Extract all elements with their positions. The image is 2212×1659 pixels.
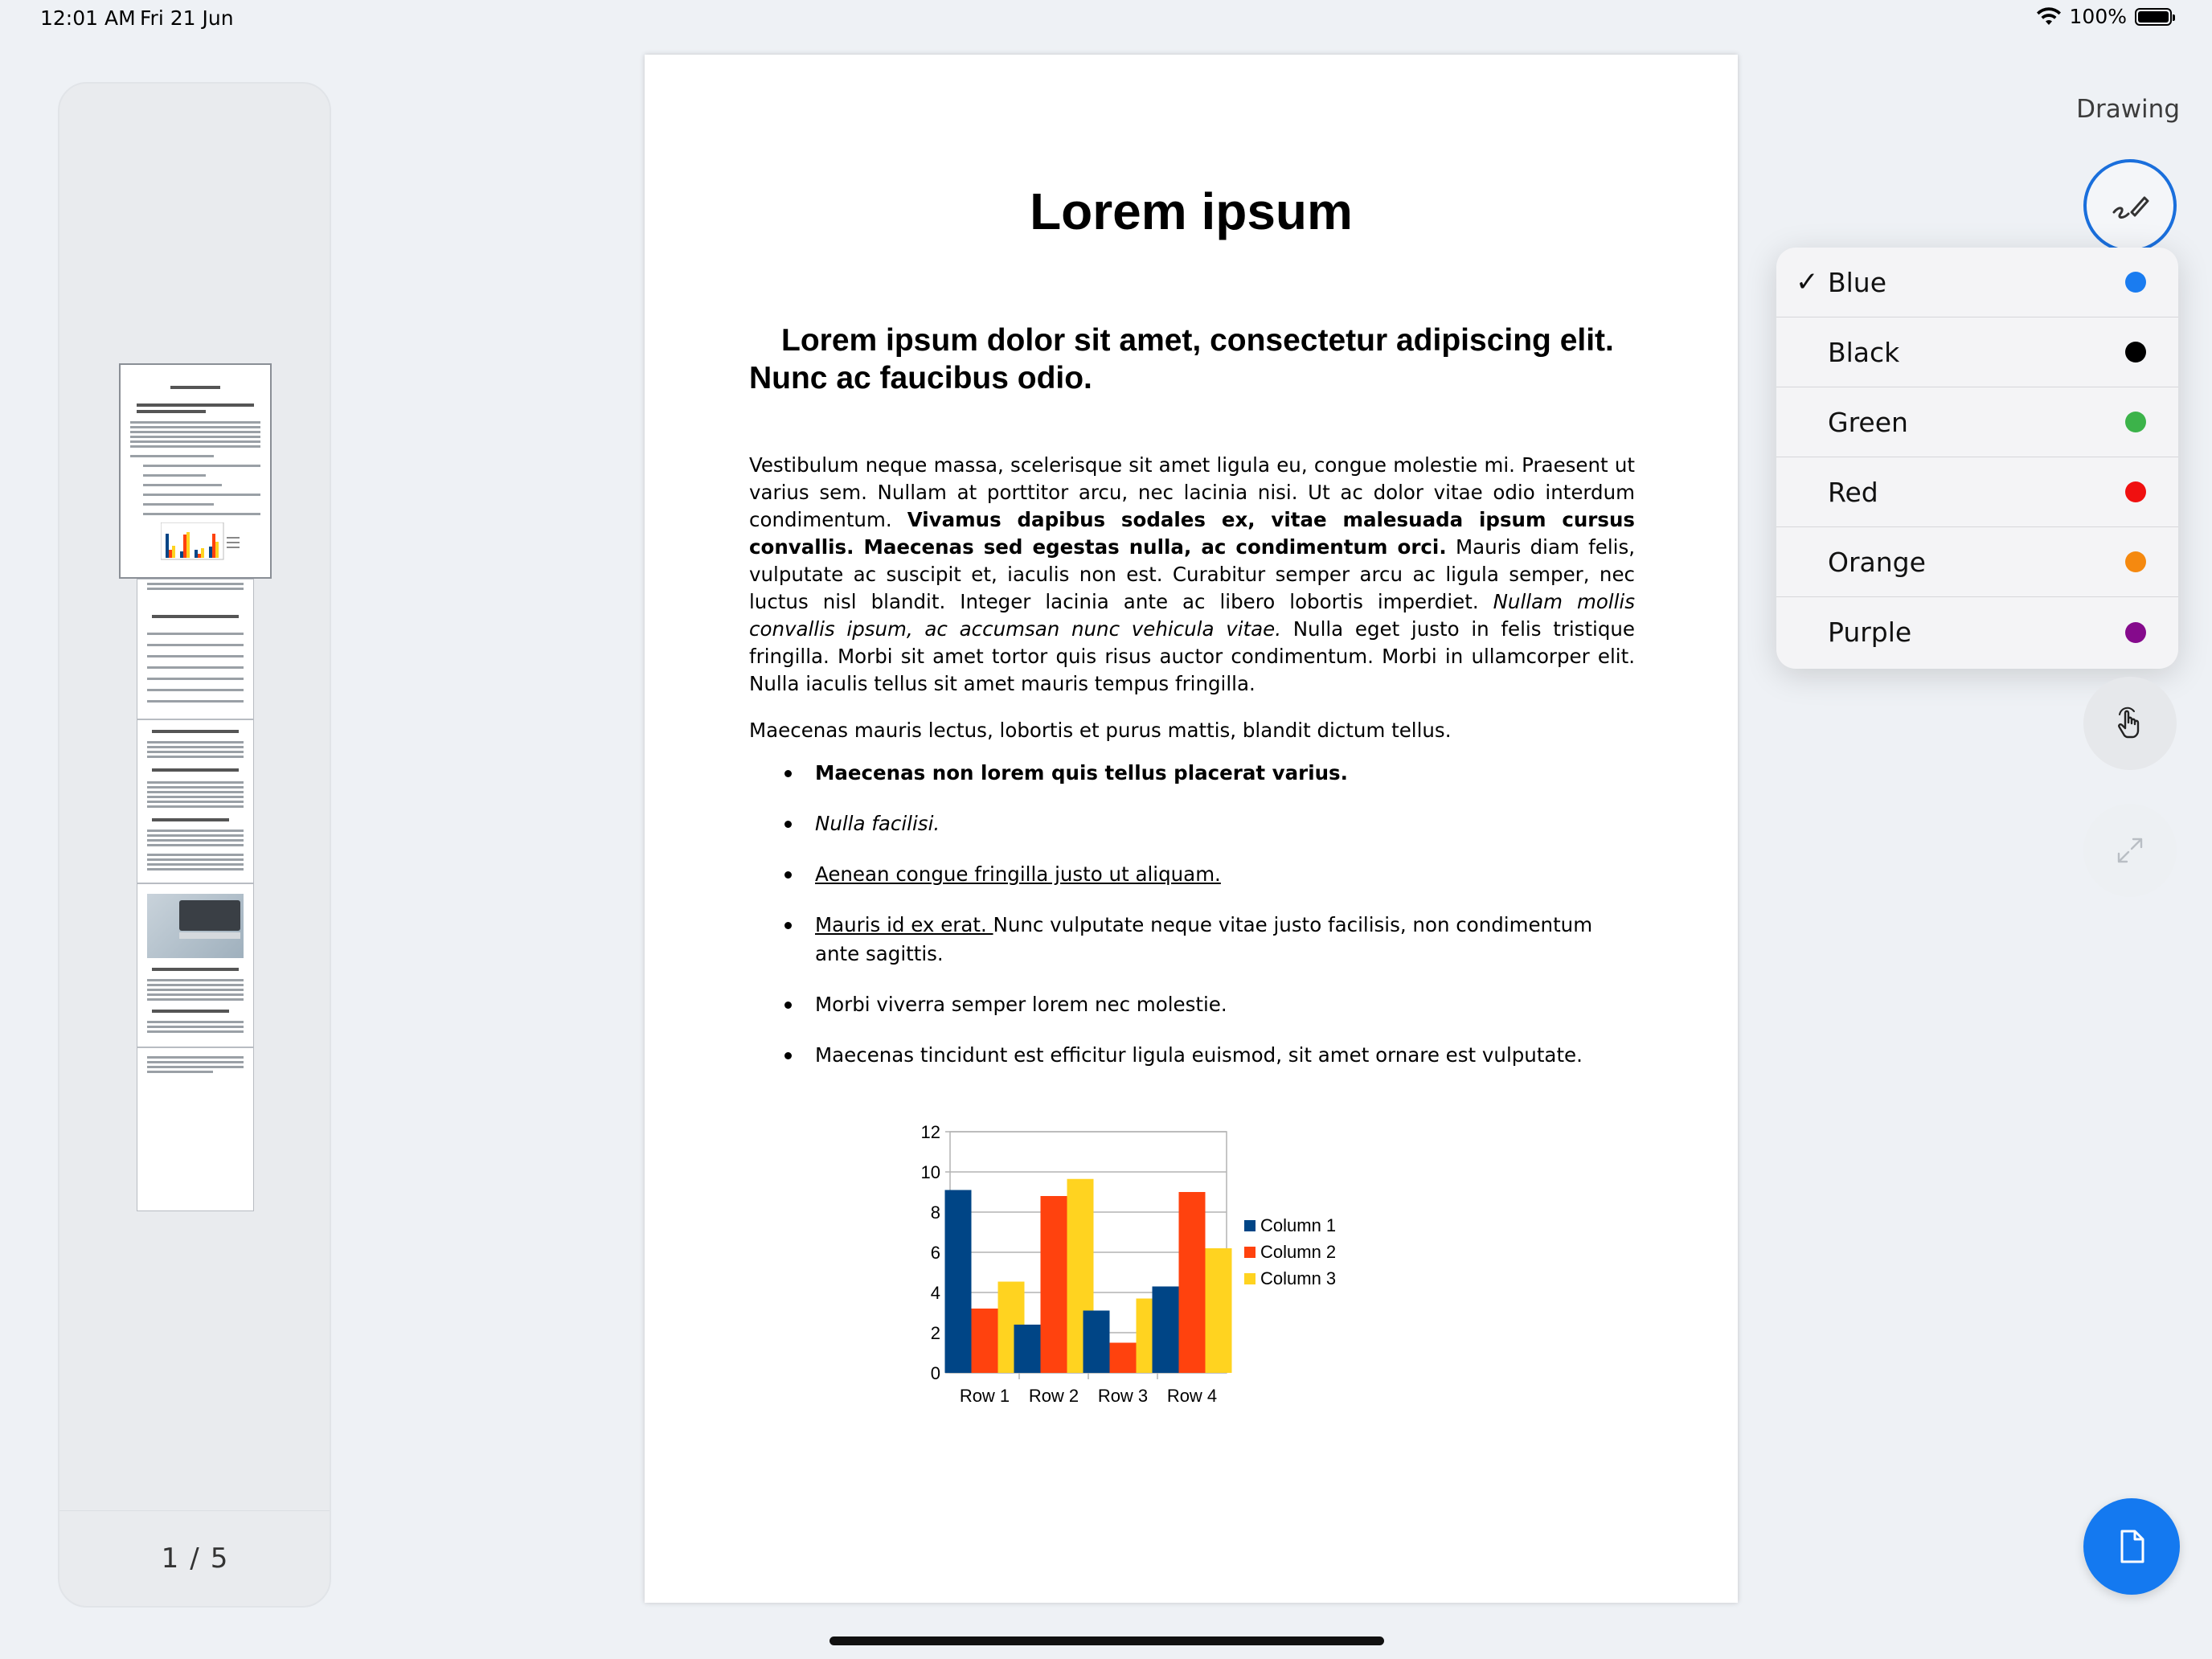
pen-icon (2112, 196, 2149, 219)
current-page-number: 1 (161, 1542, 179, 1575)
expand-icon (2117, 838, 2143, 863)
chart-y-tick-label: 8 (931, 1202, 940, 1223)
battery-icon (2135, 7, 2175, 26)
thumbnail-page-5[interactable] (137, 1047, 254, 1211)
list-item: Mauris id ex erat. Nunc vulputate neque … (749, 911, 1635, 969)
page-separator: / (190, 1542, 199, 1575)
chart-x-tick-label: Row 3 (1098, 1386, 1148, 1406)
color-label: Red (1828, 476, 1878, 508)
body-paragraph-2: Maecenas mauris lectus, lobortis et puru… (749, 719, 1452, 742)
thumbnail-page-1[interactable] (119, 363, 272, 579)
color-swatch (2125, 412, 2146, 432)
chart-y-tick-label: 2 (931, 1323, 940, 1343)
color-option-red[interactable]: Red (1776, 457, 2178, 527)
list-item: Maecenas non lorem quis tellus placerat … (749, 759, 1635, 788)
expand-button[interactable] (2083, 804, 2177, 897)
document-title: Lorem ipsum (1030, 182, 1353, 240)
color-swatch (2125, 551, 2146, 572)
document-action-button[interactable] (2083, 1498, 2180, 1595)
color-swatch (2125, 342, 2146, 363)
thumbnail-image (147, 894, 244, 958)
list-item-6-text: Maecenas tincidunt est efficitur ligula … (815, 1043, 1583, 1067)
color-label: Purple (1828, 616, 1912, 648)
status-bar: 12:01 AM Fri 21 Jun 100% (0, 0, 2212, 40)
document-icon (2120, 1530, 2144, 1563)
chart-bar (1178, 1192, 1206, 1373)
thumbnail-page-4[interactable] (137, 883, 254, 1047)
chart-legend-label: Column 1 (1260, 1215, 1336, 1235)
bar-chart: 0 2 4 6 8 10 12 Row 1 Row 2 Row 3 Row 4 Column 1 Col… (921, 1122, 1337, 1406)
list-item-5-text: Morbi viverra semper lorem nec molestie. (815, 993, 1227, 1016)
battery-percent: 100% (2069, 5, 2127, 28)
color-label: Blue (1828, 266, 1887, 298)
chart-y-tick-label: 12 (921, 1122, 940, 1142)
chart-y-tick-label: 6 (931, 1243, 940, 1263)
list-item: Nulla facilisi. (749, 809, 1635, 838)
chart-x-tick-label: Row 2 (1029, 1386, 1079, 1406)
color-swatch (2125, 621, 2146, 643)
chart-bar (971, 1309, 998, 1373)
body-paragraph-1: Vestibulum neque massa, scelerisque sit … (749, 452, 1635, 698)
pen-tool-button[interactable] (2083, 159, 2177, 252)
status-time: 12:01 AM (40, 6, 136, 30)
color-option-blue[interactable]: ✓ Blue (1776, 248, 2178, 317)
chart-x-tick-label: Row 4 (1167, 1386, 1217, 1406)
chart-bar (1083, 1310, 1110, 1373)
color-option-orange[interactable]: Orange (1776, 527, 2178, 597)
chart-bar (944, 1190, 972, 1373)
color-option-black[interactable]: Black (1776, 317, 2178, 387)
chart-legend-label: Column 3 (1260, 1268, 1336, 1288)
chart-bar (1109, 1342, 1137, 1373)
chart-bar (1040, 1196, 1067, 1373)
list-item: Morbi viverra semper lorem nec molestie. (749, 990, 1635, 1019)
chart-y-tick-label: 0 (931, 1363, 940, 1383)
color-swatch (2125, 481, 2146, 502)
page-indicator: 1 / 5 (59, 1510, 330, 1606)
color-option-green[interactable]: Green (1776, 387, 2178, 457)
color-label: Green (1828, 406, 1908, 438)
chart-y-tick-label: 4 (931, 1283, 940, 1303)
color-option-purple[interactable]: Purple (1776, 597, 2178, 667)
color-swatch (2125, 272, 2146, 293)
list-item: Maecenas tincidunt est efficitur ligula … (749, 1041, 1635, 1070)
chart-bar (1152, 1286, 1179, 1373)
chart-bar (1205, 1248, 1232, 1373)
chart-x-tick-label: Row 1 (960, 1386, 1010, 1406)
list-item-4-link[interactable]: Mauris id ex erat. (815, 913, 993, 936)
total-pages: 5 (210, 1542, 228, 1575)
thumbnail-page-3[interactable] (137, 719, 254, 883)
chart-y-tick-label: 10 (921, 1162, 940, 1182)
list-item-1-text: Maecenas non lorem quis tellus placerat … (815, 761, 1348, 784)
color-picker-menu: ✓ Blue Black Green Red Orange Purple (1776, 248, 2178, 669)
document-subtitle: Lorem ipsum dolor sit amet, consectetur … (749, 323, 1614, 395)
chart-legend-swatch (1244, 1220, 1256, 1231)
status-date: Fri 21 Jun (140, 6, 234, 30)
chart-legend-swatch (1244, 1273, 1256, 1284)
color-label: Orange (1828, 546, 1926, 578)
thumbnail-page-2[interactable] (137, 579, 254, 719)
document-page[interactable]: Lorem ipsum Lorem ipsum dolor sit amet, … (645, 55, 1738, 1603)
checkmark-icon: ✓ (1796, 266, 1819, 298)
status-right: 100% (2036, 5, 2175, 28)
drawing-title: Drawing (2076, 95, 2180, 124)
list-item-3-link[interactable]: Aenean congue fringilla justo ut aliquam… (815, 862, 1221, 886)
chart-bar (1014, 1325, 1041, 1373)
list-item: Aenean congue fringilla justo ut aliquam… (749, 860, 1635, 889)
home-indicator (830, 1636, 1384, 1645)
list-item-2-text: Nulla facilisi. (815, 812, 940, 835)
chart-legend-swatch (1244, 1247, 1256, 1258)
page-thumbnail-sidebar: 1 / 5 (58, 82, 331, 1608)
chart-legend-label: Column 2 (1260, 1242, 1336, 1262)
wifi-icon (2036, 6, 2061, 25)
hand-tool-button[interactable] (2083, 677, 2177, 770)
hand-pointer-icon (2118, 707, 2140, 739)
bullet-list: Maecenas non lorem quis tellus placerat … (749, 759, 1635, 1092)
color-label: Black (1828, 336, 1900, 368)
